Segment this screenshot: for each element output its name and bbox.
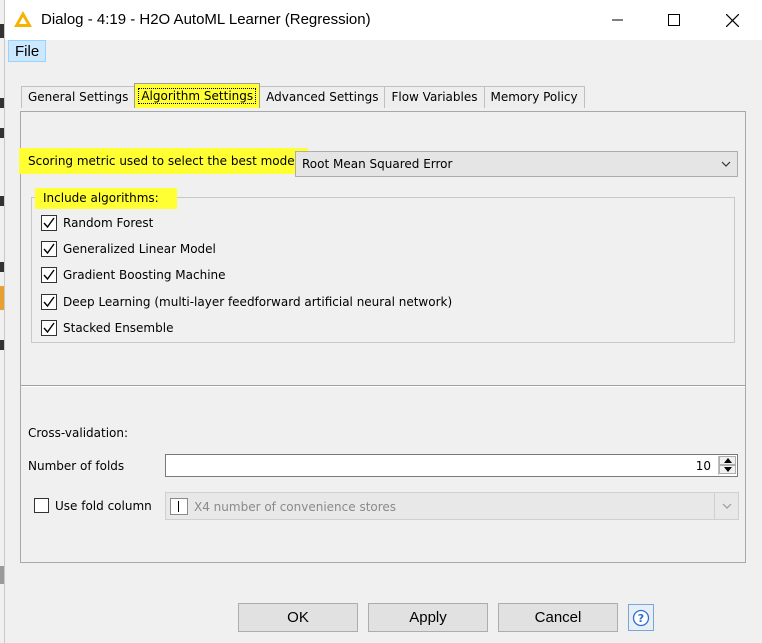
scoring-metric-select[interactable]: Root Mean Squared Error [295, 151, 738, 177]
number-of-folds-value: 10 [695, 459, 711, 473]
number-of-folds-label: Number of folds [28, 459, 125, 473]
random-forest-label: Random Forest [63, 216, 154, 230]
tab-algorithm-settings[interactable]: Algorithm Settings [134, 83, 261, 108]
triangle-down-icon [723, 467, 732, 472]
close-button[interactable] [709, 6, 755, 34]
scoring-metric-value: Root Mean Squared Error [302, 157, 453, 171]
deep-learning-label: Deep Learning (multi-layer feedforward a… [63, 295, 453, 309]
tab-memory-policy[interactable]: Memory Policy [483, 86, 585, 108]
fold-column-select[interactable]: X4 number of convenience stores [165, 492, 739, 520]
random-forest-checkbox[interactable] [41, 215, 57, 231]
knime-triangle-icon [14, 11, 32, 27]
checkmark-icon [43, 322, 55, 334]
triangle-up-icon [723, 458, 732, 463]
gbm-label: Gradient Boosting Machine [63, 268, 226, 282]
menu-file[interactable]: File [8, 40, 47, 62]
include-algorithms-group: Include algorithms: Random Forest Genera… [31, 188, 735, 343]
fold-column-value: X4 number of convenience stores [194, 500, 397, 514]
chevron-down-icon [721, 161, 731, 167]
tab-algorithm-settings-label: Algorithm Settings [138, 88, 257, 104]
stacked-ensemble-label: Stacked Ensemble [63, 321, 174, 335]
apply-button[interactable]: Apply [368, 603, 488, 632]
help-icon: ? [632, 609, 650, 626]
svg-text:?: ? [638, 612, 644, 625]
algorithm-settings-panel: Scoring metric used to select the best m… [19, 111, 746, 563]
chevron-down-icon [722, 503, 731, 509]
maximize-button[interactable] [651, 6, 697, 34]
title-bar[interactable]: Dialog - 4:19 - H2O AutoML Learner (Regr… [5, 0, 762, 40]
tab-flow-variables[interactable]: Flow Variables [384, 86, 485, 108]
spinner-down-button[interactable] [719, 465, 736, 474]
string-column-type-icon [170, 498, 188, 515]
ok-button[interactable]: OK [238, 603, 358, 632]
use-fold-column-label: Use fold column [55, 499, 152, 513]
maximize-icon [668, 14, 680, 26]
use-fold-column-checkbox[interactable] [34, 498, 49, 513]
checkmark-icon [43, 296, 55, 308]
tab-general-settings[interactable]: General Settings [21, 86, 136, 108]
checkmark-icon [43, 243, 55, 255]
stacked-ensemble-checkbox[interactable] [41, 320, 57, 336]
include-algorithms-title: Include algorithms: [35, 188, 177, 209]
close-icon [725, 13, 739, 27]
window-title: Dialog - 4:19 - H2O AutoML Learner (Regr… [41, 11, 371, 28]
glm-checkbox[interactable] [41, 241, 57, 257]
checkmark-icon [43, 217, 55, 229]
dialog-body: General Settings Algorithm Settings Adva… [5, 62, 762, 643]
number-of-folds-spinner[interactable]: 10 [165, 454, 738, 477]
minimize-button[interactable] [595, 6, 641, 34]
glm-label: Generalized Linear Model [63, 242, 216, 256]
tab-advanced-settings[interactable]: Advanced Settings [259, 86, 386, 108]
fold-column-dropdown-button[interactable] [714, 493, 738, 519]
spinner-buttons [718, 456, 736, 475]
spinner-up-button[interactable] [719, 456, 736, 465]
deep-learning-checkbox[interactable] [41, 294, 57, 310]
minimize-icon [612, 19, 623, 21]
help-button[interactable]: ? [628, 604, 654, 631]
cross-validation-title: Cross-validation: [28, 426, 129, 440]
menu-bar: File [5, 40, 762, 62]
section-divider [21, 385, 745, 387]
cancel-button[interactable]: Cancel [498, 603, 618, 632]
gbm-checkbox[interactable] [41, 267, 57, 283]
scoring-metric-label: Scoring metric used to select the best m… [19, 148, 308, 174]
checkmark-icon [43, 269, 55, 281]
tab-bar: General Settings Algorithm Settings Adva… [21, 83, 585, 108]
